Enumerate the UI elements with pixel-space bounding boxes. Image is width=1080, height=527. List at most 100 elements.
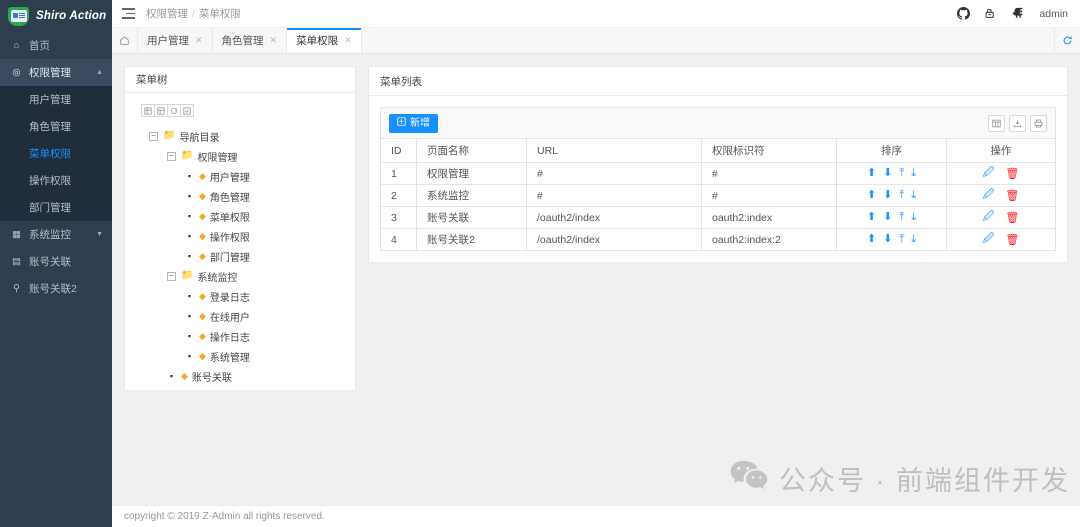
sidebar-subitem-label: 用户管理 — [29, 94, 71, 106]
watermark-text: 公众号 · 前端组件开发 — [779, 466, 1070, 496]
tree-node-dept-mgmt[interactable]: ▪ ◆ 部门管理 — [125, 246, 355, 266]
move-bottom-icon[interactable]: ⤓ — [911, 234, 916, 245]
tree-node-permission[interactable]: − 📁 权限管理 — [125, 146, 355, 166]
sidebar-item-permission[interactable]: ◎ 权限管理 ▲ — [0, 59, 112, 86]
tree-node-nav-root[interactable]: − 📁 导航目录 — [125, 126, 355, 146]
move-down-icon[interactable]: ⬇ — [883, 234, 892, 245]
tree-toggle-icon[interactable]: − — [167, 271, 176, 281]
move-bottom-icon[interactable]: ⤓ — [911, 190, 916, 201]
checkbox-toggle-icon[interactable] — [180, 104, 194, 118]
col-actions: 操作 — [946, 138, 1056, 163]
sidebar-item-user-mgmt[interactable]: 用户管理 — [0, 86, 112, 113]
watermark: 公众号 · 前端组件开发 — [729, 458, 1070, 499]
move-up-icon[interactable]: ⬆ — [867, 168, 876, 179]
move-down-icon[interactable]: ⬇ — [883, 212, 892, 223]
edit-icon[interactable]: 🖉 — [983, 186, 995, 205]
edit-icon[interactable]: 🖉 — [983, 230, 995, 249]
tree-node-label: 菜单权限 — [209, 212, 250, 224]
tabbar: 用户管理 ✕ 角色管理 ✕ 菜单权限 ✕ — [112, 28, 1080, 54]
move-down-icon[interactable]: ⬇ — [883, 190, 892, 201]
tree-node-system-monitor[interactable]: − 📁 系统监控 — [125, 266, 355, 286]
tree-node-online-user[interactable]: ▪ ◆ 在线用户 — [125, 306, 355, 326]
delete-icon[interactable]: 🗑 — [1005, 189, 1019, 202]
leaf-icon: ◆ — [199, 210, 206, 221]
print-icon[interactable] — [1030, 114, 1047, 132]
move-up-icon[interactable]: ⬆ — [867, 190, 876, 201]
tree-node-action-log[interactable]: ▪ ◆ 操作日志 — [125, 326, 355, 346]
table-row[interactable]: 1 权限管理 # # ⬆ ⬇ ⤒ ⤓ 🖉 🗑 — [380, 162, 1056, 185]
move-top-icon[interactable]: ⤒ — [899, 168, 904, 179]
tab-user-mgmt[interactable]: 用户管理 ✕ — [138, 28, 213, 53]
sidebar-item-account-link-2[interactable]: ⚲ 账号关联2 — [0, 275, 112, 302]
move-bottom-icon[interactable]: ⤓ — [911, 168, 916, 179]
hamburger-icon[interactable] — [122, 8, 135, 19]
tree-node-system-mgmt[interactable]: ▪ ◆ 系统管理 — [125, 346, 355, 366]
table-row[interactable]: 4 账号关联2 /oauth2/index oauth2:index:2 ⬆ ⬇… — [380, 228, 1056, 251]
cell-url: /oauth2/index — [526, 228, 702, 251]
github-icon[interactable] — [957, 7, 971, 20]
refresh-tree-icon[interactable] — [167, 104, 181, 118]
move-bottom-icon[interactable]: ⤓ — [911, 212, 916, 223]
move-up-icon[interactable]: ⬆ — [867, 212, 876, 223]
cell-id: 1 — [380, 162, 417, 185]
move-top-icon[interactable]: ⤒ — [899, 212, 904, 223]
add-menu-button[interactable]: 新增 — [389, 113, 438, 133]
tree-toggle-icon[interactable]: − — [149, 131, 158, 141]
move-top-icon[interactable]: ⤒ — [899, 190, 904, 201]
breadcrumb-item-current: 菜单权限 — [198, 8, 241, 20]
table-toolbar: 新增 — [380, 107, 1056, 138]
tab-menu-permission[interactable]: 菜单权限 ✕ — [287, 28, 362, 53]
topbar-actions: admin — [957, 7, 1068, 20]
move-top-icon[interactable]: ⤒ — [899, 234, 904, 245]
tree-node-label: 账号关联2 — [192, 389, 238, 390]
delete-icon[interactable]: 🗑 — [1005, 167, 1019, 180]
expand-all-icon[interactable] — [141, 104, 155, 118]
sidebar-subitem-label: 部门管理 — [29, 202, 71, 214]
tree-node-account-link[interactable]: ▪ ◆ 账号关联 — [125, 366, 355, 386]
gitee-icon[interactable] — [984, 7, 997, 20]
close-icon[interactable]: ✕ — [195, 35, 203, 46]
tree-node-login-log[interactable]: ▪ ◆ 登录日志 — [125, 286, 355, 306]
collapse-all-icon[interactable] — [154, 104, 168, 118]
tree-bullet-icon: ▪ — [187, 350, 192, 361]
tree-node-role-mgmt[interactable]: ▪ ◆ 角色管理 — [125, 186, 355, 206]
delete-icon[interactable]: 🗑 — [1005, 233, 1019, 246]
tree-toggle-icon[interactable]: − — [167, 151, 176, 161]
refresh-icon[interactable] — [1054, 28, 1080, 53]
move-up-icon[interactable]: ⬆ — [867, 234, 876, 245]
cell-permission-key: # — [701, 184, 837, 207]
sidebar-item-dept-mgmt[interactable]: 部门管理 — [0, 194, 112, 221]
close-icon[interactable]: ✕ — [344, 35, 352, 46]
tree-node-action-permission[interactable]: ▪ ◆ 操作权限 — [125, 226, 355, 246]
tree-node-account-link-2[interactable]: ▪ ◆ 账号关联2 — [125, 386, 355, 390]
export-icon[interactable] — [1009, 114, 1026, 132]
tree-node-user-mgmt[interactable]: ▪ ◆ 用户管理 — [125, 166, 355, 186]
tree-node-menu-permission[interactable]: ▪ ◆ 菜单权限 — [125, 206, 355, 226]
username-label[interactable]: admin — [1039, 8, 1068, 20]
sidebar-item-home[interactable]: ⌂ 首页 — [0, 32, 112, 59]
move-down-icon[interactable]: ⬇ — [883, 168, 892, 179]
brand-logo[interactable]: Shiro Action — [0, 0, 112, 32]
close-icon[interactable]: ✕ — [270, 35, 278, 46]
sidebar-item-role-mgmt[interactable]: 角色管理 — [0, 113, 112, 140]
tree-node-label: 导航目录 — [179, 132, 220, 144]
sidebar-item-account-link[interactable]: ▤ 账号关联 — [0, 248, 112, 275]
columns-icon[interactable] — [988, 114, 1005, 132]
delete-icon[interactable]: 🗑 — [1005, 211, 1019, 224]
dinosaur-icon[interactable] — [1011, 7, 1025, 20]
table-row[interactable]: 3 账号关联 /oauth2/index oauth2:index ⬆ ⬇ ⤒ — [380, 206, 1056, 229]
leaf-icon: ◆ — [181, 370, 188, 381]
tab-role-mgmt[interactable]: 角色管理 ✕ — [213, 28, 288, 53]
sidebar-item-system-monitor[interactable]: ▦ 系统监控 ▼ — [0, 221, 112, 248]
home-outline-icon[interactable] — [112, 28, 138, 53]
table-row[interactable]: 2 系统监控 # # ⬆ ⬇ ⤒ ⤓ 🖉 🗑 — [380, 184, 1056, 207]
edit-icon[interactable]: 🖉 — [983, 208, 995, 227]
cell-actions: 🖉 🗑 — [946, 184, 1056, 207]
table-icon: ▤ — [12, 255, 21, 267]
sidebar-subitem-label: 操作权限 — [29, 175, 71, 187]
sidebar-item-menu-permission[interactable]: 菜单权限 — [0, 140, 112, 167]
edit-icon[interactable]: 🖉 — [983, 164, 995, 183]
breadcrumb-item-parent[interactable]: 权限管理 — [146, 6, 188, 21]
sidebar-item-action-permission[interactable]: 操作权限 — [0, 167, 112, 194]
menu-list-title: 菜单列表 — [369, 67, 1067, 96]
